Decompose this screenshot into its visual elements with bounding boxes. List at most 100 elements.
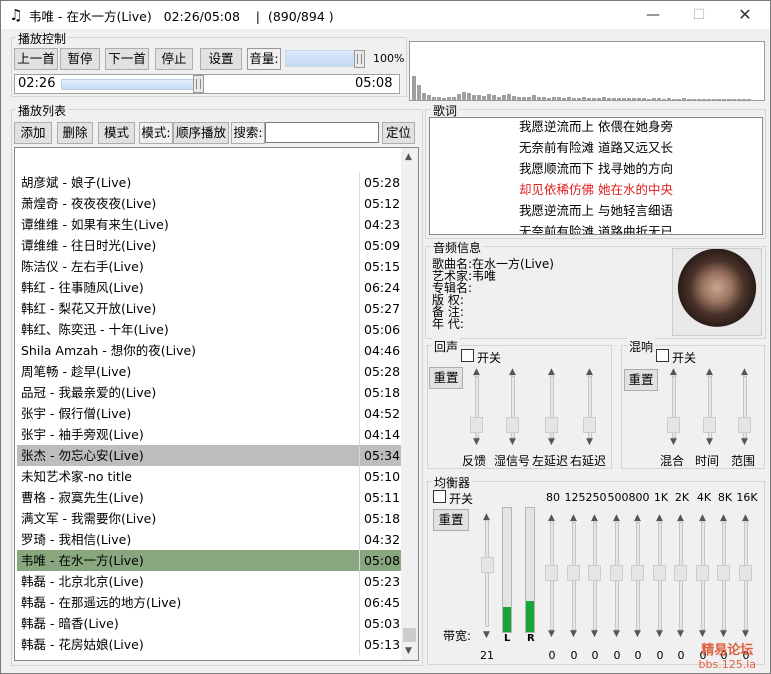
track-name: 韩磊 - 花房姑娘(Live) <box>21 637 144 652</box>
playlist-row[interactable]: 张宇 - 假行僧(Live) 04:52 <box>17 403 401 424</box>
mode-button[interactable]: 模式 <box>98 122 135 144</box>
slider-thumb[interactable] <box>738 417 751 433</box>
locate-button[interactable]: 定位 <box>382 122 415 144</box>
eq-band-label: 800 <box>628 491 650 504</box>
eq-band-value: 0 <box>677 649 685 662</box>
playlist-row[interactable]: 张宇 - 袖手旁观(Live) 04:14 <box>17 424 401 445</box>
playlist-row[interactable]: 谭维维 - 如果有来生(Live) 04:23 <box>17 214 401 235</box>
slider-thumb[interactable] <box>588 565 601 581</box>
playlist-scrollbar[interactable]: ▲ ▼ <box>401 148 418 660</box>
track-name: 胡彦斌 - 娘子(Live) <box>21 175 132 190</box>
slider-thumb[interactable] <box>567 565 580 581</box>
search-input[interactable] <box>265 122 379 143</box>
track-duration: 05:28 <box>359 172 401 193</box>
slider-down-icon: ▼ <box>591 629 598 639</box>
next-button[interactable]: 下一首 <box>105 48 149 70</box>
slider-thumb[interactable] <box>545 417 558 433</box>
playlist-row[interactable]: 韩磊 - 花房姑娘(Live) 05:13 <box>17 634 401 655</box>
playlist-row[interactable]: 满文军 - 我需要你(Live) 05:18 <box>17 508 401 529</box>
minimize-button[interactable]: — <box>630 1 676 29</box>
playlist-row[interactable]: 周笔畅 - 趁早(Live) 05:28 <box>17 361 401 382</box>
slider-thumb[interactable] <box>631 565 644 581</box>
playlist-listbox[interactable]: ▲ ▼ 胡彦斌 - 娘子(Live) 05:28 萧煌奇 - 夜夜夜夜(Live) 0… <box>14 147 419 661</box>
spectrum-bar <box>707 99 711 100</box>
slider-thumb[interactable] <box>545 565 558 581</box>
spectrum-bar <box>617 98 621 100</box>
volume-slider[interactable] <box>285 48 369 70</box>
prev-button[interactable]: 上一首 <box>14 48 58 70</box>
stop-button[interactable]: 停止 <box>155 48 193 70</box>
add-button[interactable]: 添加 <box>14 122 52 144</box>
spectrum-bar <box>697 99 701 100</box>
eq-reset-button[interactable]: 重置 <box>433 509 469 531</box>
track-duration: 05:08 <box>359 550 401 571</box>
slider-thumb[interactable] <box>717 565 730 581</box>
delete-button[interactable]: 删除 <box>57 122 93 144</box>
slider-thumb[interactable] <box>703 417 716 433</box>
lyrics-panel: 我愿逆流而上 依偎在她身旁 无奈前有险滩 道路又远又长 我愿顺流而下 找寻她的方向却… <box>429 117 763 235</box>
lyric-line: 我愿顺流而下 找寻她的方向 <box>519 161 673 176</box>
spectrum-bar <box>467 93 471 100</box>
playlist-row[interactable]: 韩磊 - 暗香(Live) 05:03 <box>17 613 401 634</box>
playlist-row[interactable]: 品冠 - 我最亲爱的(Live) 05:18 <box>17 382 401 403</box>
spectrum-bar <box>727 99 731 100</box>
playlist-row[interactable]: 罗琦 - 我相信(Live) 04:32 <box>17 529 401 550</box>
slider-thumb[interactable] <box>674 565 687 581</box>
spectrum-bar <box>487 94 491 100</box>
playlist-row[interactable]: 韩磊 - 在那遥远的地方(Live) 06:45 <box>17 592 401 613</box>
scroll-thumb[interactable] <box>403 628 416 642</box>
playlist-row[interactable]: 陈洁仪 - 左右手(Live) 05:15 <box>17 256 401 277</box>
mode-select[interactable]: 顺序播放 <box>173 122 229 144</box>
slider-thumb[interactable] <box>470 417 483 433</box>
echo-enable-checkbox[interactable] <box>461 349 474 362</box>
playlist-row[interactable]: 张杰 - 勿忘心安(Live) 05:34 <box>17 445 401 466</box>
slider-down-icon: ▼ <box>699 629 706 639</box>
progress-thumb[interactable] <box>193 75 204 93</box>
playlist-row[interactable]: 韩红 - 梨花又开放(Live) 05:27 <box>17 298 401 319</box>
eq-enable-checkbox[interactable] <box>433 490 446 503</box>
progress-bar[interactable]: 02:26 05:08 <box>14 74 400 94</box>
spectrum-bar <box>607 98 611 100</box>
lyric-line: 无奈前有险滩 道路曲折无已 <box>519 224 673 235</box>
slider-thumb[interactable] <box>739 565 752 581</box>
reverb-enable-checkbox[interactable] <box>656 349 669 362</box>
volume-value: 100% <box>373 52 405 65</box>
track-duration: 05:28 <box>359 361 401 382</box>
scroll-down-icon[interactable]: ▼ <box>405 647 412 656</box>
bandwidth-slider-thumb[interactable] <box>481 557 494 573</box>
playlist-row[interactable]: 韩磊 - 北京北京(Live) 05:23 <box>17 571 401 592</box>
playlist-row[interactable]: 韩红 - 往事随风(Live) 06:24 <box>17 277 401 298</box>
spectrum-bar <box>552 97 556 100</box>
track-duration: 04:46 <box>359 340 401 361</box>
slider-thumb[interactable] <box>506 417 519 433</box>
reverb-reset-button[interactable]: 重置 <box>624 369 658 391</box>
playlist-row[interactable]: 谭维维 - 往日时光(Live) 05:09 <box>17 235 401 256</box>
playlist-row[interactable]: 未知艺术家-no title 05:10 <box>17 466 401 487</box>
spectrum-bar <box>412 76 416 100</box>
playlist-row[interactable]: 曹格 - 寂寞先生(Live) 05:11 <box>17 487 401 508</box>
maximize-button[interactable]: ☐ <box>676 1 722 29</box>
echo-reset-button[interactable]: 重置 <box>429 367 463 389</box>
reverb-enable-label: 开关 <box>672 351 697 365</box>
slider-thumb[interactable] <box>610 565 623 581</box>
playlist-row[interactable]: Shila Amzah - 想你的夜(Live) 04:46 <box>17 340 401 361</box>
playlist-row[interactable]: 韦唯 - 在水一方(Live) 05:08 <box>17 550 401 571</box>
slider-thumb[interactable] <box>667 417 680 433</box>
scroll-up-icon[interactable]: ▲ <box>405 153 412 162</box>
pause-button[interactable]: 暂停 <box>60 48 100 70</box>
track-name: 周笔畅 - 趁早(Live) <box>21 364 132 379</box>
playlist-row[interactable]: 萧煌奇 - 夜夜夜夜(Live) 05:12 <box>17 193 401 214</box>
slider-thumb[interactable] <box>696 565 709 581</box>
playlist-row[interactable]: 胡彦斌 - 娘子(Live) 05:28 <box>17 172 401 193</box>
close-button[interactable]: ✕ <box>722 1 768 29</box>
eq-band-label: 8K <box>717 491 733 504</box>
spectrum-bar <box>482 96 486 100</box>
bandwidth-slider-track[interactable] <box>485 519 489 627</box>
playlist-row[interactable]: 韩红、陈奕迅 - 十年(Live) 05:06 <box>17 319 401 340</box>
track-name: 罗琦 - 我相信(Live) <box>21 532 132 547</box>
settings-button[interactable]: 设置 <box>200 48 242 70</box>
watermark: 精易论坛 bbs.125.la <box>699 639 756 671</box>
eq-band-value: 0 <box>656 649 664 662</box>
slider-thumb[interactable] <box>653 565 666 581</box>
slider-thumb[interactable] <box>583 417 596 433</box>
